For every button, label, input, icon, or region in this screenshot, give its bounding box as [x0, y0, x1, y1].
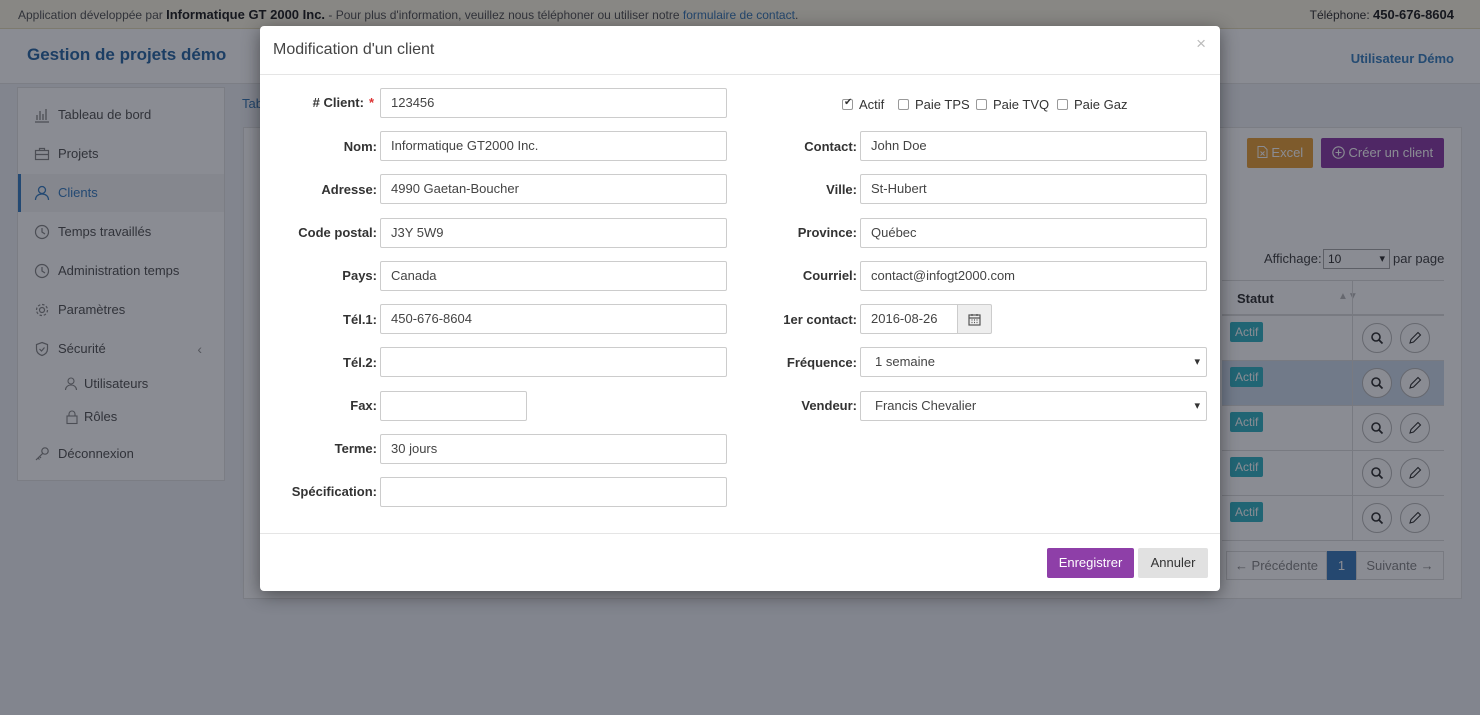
address-label: Adresse:: [321, 182, 377, 197]
checkbox-checked[interactable]: [842, 97, 853, 110]
term-input[interactable]: 30 jours: [380, 434, 727, 464]
email-input[interactable]: contact@infogt2000.com: [860, 261, 1207, 291]
address-input[interactable]: 4990 Gaetan-Boucher: [380, 174, 727, 204]
client-number-label-text: # Client:: [312, 95, 364, 110]
country-label: Pays:: [342, 268, 377, 283]
checkbox-unchecked[interactable]: [898, 99, 909, 110]
close-icon[interactable]: ×: [1196, 34, 1206, 54]
specification-input[interactable]: [380, 477, 727, 507]
modal-footer: Enregistrer Annuler: [260, 533, 1220, 591]
checkbox-label: Actif: [859, 97, 885, 112]
cancel-button[interactable]: Annuler: [1138, 548, 1208, 578]
email-label: Courriel:: [802, 268, 857, 283]
frequency-select[interactable]: 1 semaine: [860, 347, 1207, 377]
city-label: Ville:: [826, 182, 857, 197]
client-number-label: # Client: *: [260, 95, 374, 110]
edit-client-modal: Modification d'un client × # Client: * No…: [260, 26, 1220, 591]
contact-input[interactable]: John Doe: [860, 131, 1207, 161]
phone2-input[interactable]: [380, 347, 727, 377]
checkbox-unchecked[interactable]: [976, 99, 987, 110]
frequency-value: 1 semaine: [875, 354, 935, 369]
postal-code-label: Code postal:: [298, 225, 377, 240]
calendar-icon: [968, 314, 981, 326]
specification-label: Spécification:: [291, 484, 377, 499]
salesperson-select[interactable]: Francis Chevalier: [860, 391, 1207, 421]
modal-header: Modification d'un client ×: [260, 26, 1220, 75]
frequency-label: Fréquence:: [786, 355, 857, 370]
term-label: Terme:: [334, 441, 377, 456]
pay-tps-checkbox[interactable]: Paie TPS: [898, 97, 970, 112]
city-input[interactable]: St-Hubert: [860, 174, 1207, 204]
name-label: Nom:: [343, 139, 377, 154]
pay-tvq-checkbox[interactable]: Paie TVQ: [976, 97, 1049, 112]
province-input[interactable]: Québec: [860, 218, 1207, 248]
first-contact-date-input[interactable]: 2016-08-26: [860, 304, 958, 334]
phone1-input[interactable]: 450-676-8604: [380, 304, 727, 334]
first-contact-label: 1er contact:: [783, 312, 857, 327]
name-input[interactable]: Informatique GT2000 Inc.: [380, 131, 727, 161]
checkbox-label: Paie TVQ: [993, 97, 1050, 112]
salesperson-value: Francis Chevalier: [875, 398, 977, 413]
modal-title: Modification d'un client: [273, 41, 435, 58]
fax-label: Fax:: [350, 398, 377, 413]
pay-gas-checkbox[interactable]: Paie Gaz: [1057, 97, 1127, 112]
postal-code-input[interactable]: J3Y 5W9: [380, 218, 727, 248]
phone2-label: Tél.2:: [343, 355, 377, 370]
salesperson-label: Vendeur:: [801, 398, 857, 413]
checkbox-label: Paie Gaz: [1074, 97, 1128, 112]
checkbox-label: Paie TPS: [915, 97, 970, 112]
calendar-button[interactable]: [958, 304, 992, 334]
client-number-input[interactable]: 123456: [380, 88, 727, 118]
fax-input[interactable]: [380, 391, 527, 421]
phone1-label: Tél.1:: [343, 312, 377, 327]
country-input[interactable]: Canada: [380, 261, 727, 291]
active-checkbox[interactable]: Actif: [842, 97, 884, 112]
required-mark: *: [368, 95, 374, 110]
checkbox-unchecked[interactable]: [1057, 99, 1068, 110]
province-label: Province:: [797, 225, 857, 240]
save-button[interactable]: Enregistrer: [1047, 548, 1134, 578]
contact-label: Contact:: [804, 139, 857, 154]
